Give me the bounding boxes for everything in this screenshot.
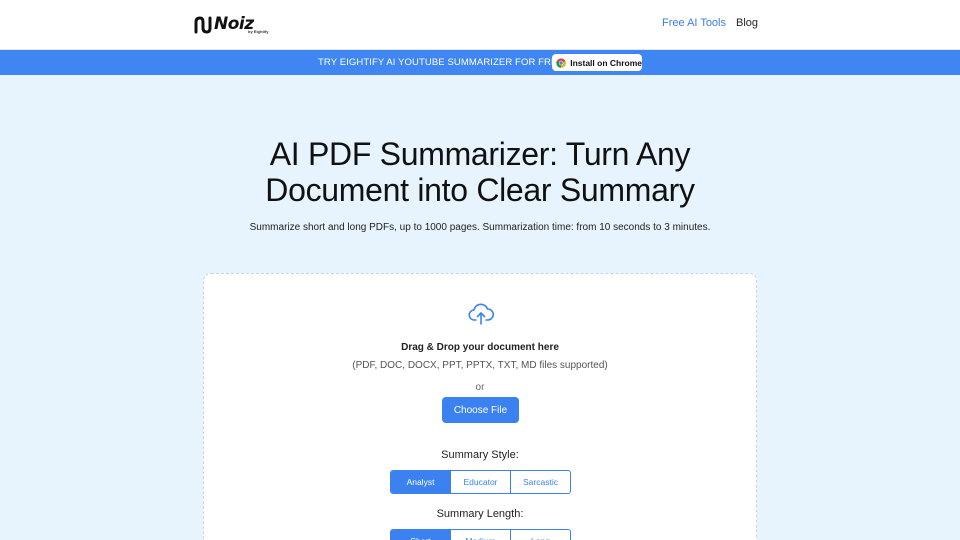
install-on-chrome-button[interactable]: Install on Chrome: [552, 54, 642, 71]
summary-length-option-short[interactable]: Short: [391, 530, 451, 540]
nav-free-ai-tools-link[interactable]: Free AI Tools: [662, 17, 726, 29]
summary-length-option-medium[interactable]: Medium: [451, 530, 511, 540]
promo-text: TRY EIGHTIFY AI YOUTUBE SUMMARIZER FOR F…: [318, 57, 564, 68]
noiz-logo-icon: [194, 16, 212, 34]
summary-style-option-analyst[interactable]: Analyst: [391, 471, 451, 493]
page-title: AI PDF Summarizer: Turn Any Document int…: [0, 136, 960, 208]
summary-style-option-sarcastic[interactable]: Sarcastic: [511, 471, 570, 493]
summary-length-selector: Short Medium Long: [390, 529, 571, 540]
summary-length-label: Summary Length:: [436, 508, 524, 520]
summary-style-label: Summary Style:: [441, 449, 519, 461]
brand-byline: by Eightify: [248, 29, 269, 34]
summary-style-option-educator[interactable]: Educator: [451, 471, 511, 493]
dropzone-title: Drag & Drop your document here: [401, 342, 559, 353]
page-title-line-1: AI PDF Summarizer: Turn Any: [269, 136, 691, 172]
supported-formats-text: (PDF, DOC, DOCX, PPT, PPTX, TXT, MD file…: [352, 360, 608, 371]
upload-dropzone[interactable]: Drag & Drop your document here (PDF, DOC…: [203, 273, 757, 540]
summary-length-option-long[interactable]: Long: [511, 530, 570, 540]
noiz-logo[interactable]: Noiz by Eightify: [194, 14, 270, 36]
promo-banner: TRY EIGHTIFY AI YOUTUBE SUMMARIZER FOR F…: [0, 50, 960, 75]
page-subtitle: Summarize short and long PDFs, up to 100…: [249, 222, 711, 233]
page-title-line-2: Document into Clear Summary: [265, 172, 695, 208]
summary-style-selector: Analyst Educator Sarcastic: [390, 470, 571, 494]
install-on-chrome-label: Install on Chrome: [570, 57, 642, 68]
or-divider-text: or: [475, 382, 485, 393]
top-navbar: Noiz by Eightify Free AI Tools Blog: [0, 0, 960, 50]
chrome-icon: [556, 57, 566, 68]
nav-blog-link[interactable]: Blog: [736, 17, 758, 29]
cloud-upload-icon: [468, 303, 494, 325]
choose-file-button[interactable]: Choose File: [442, 397, 519, 423]
